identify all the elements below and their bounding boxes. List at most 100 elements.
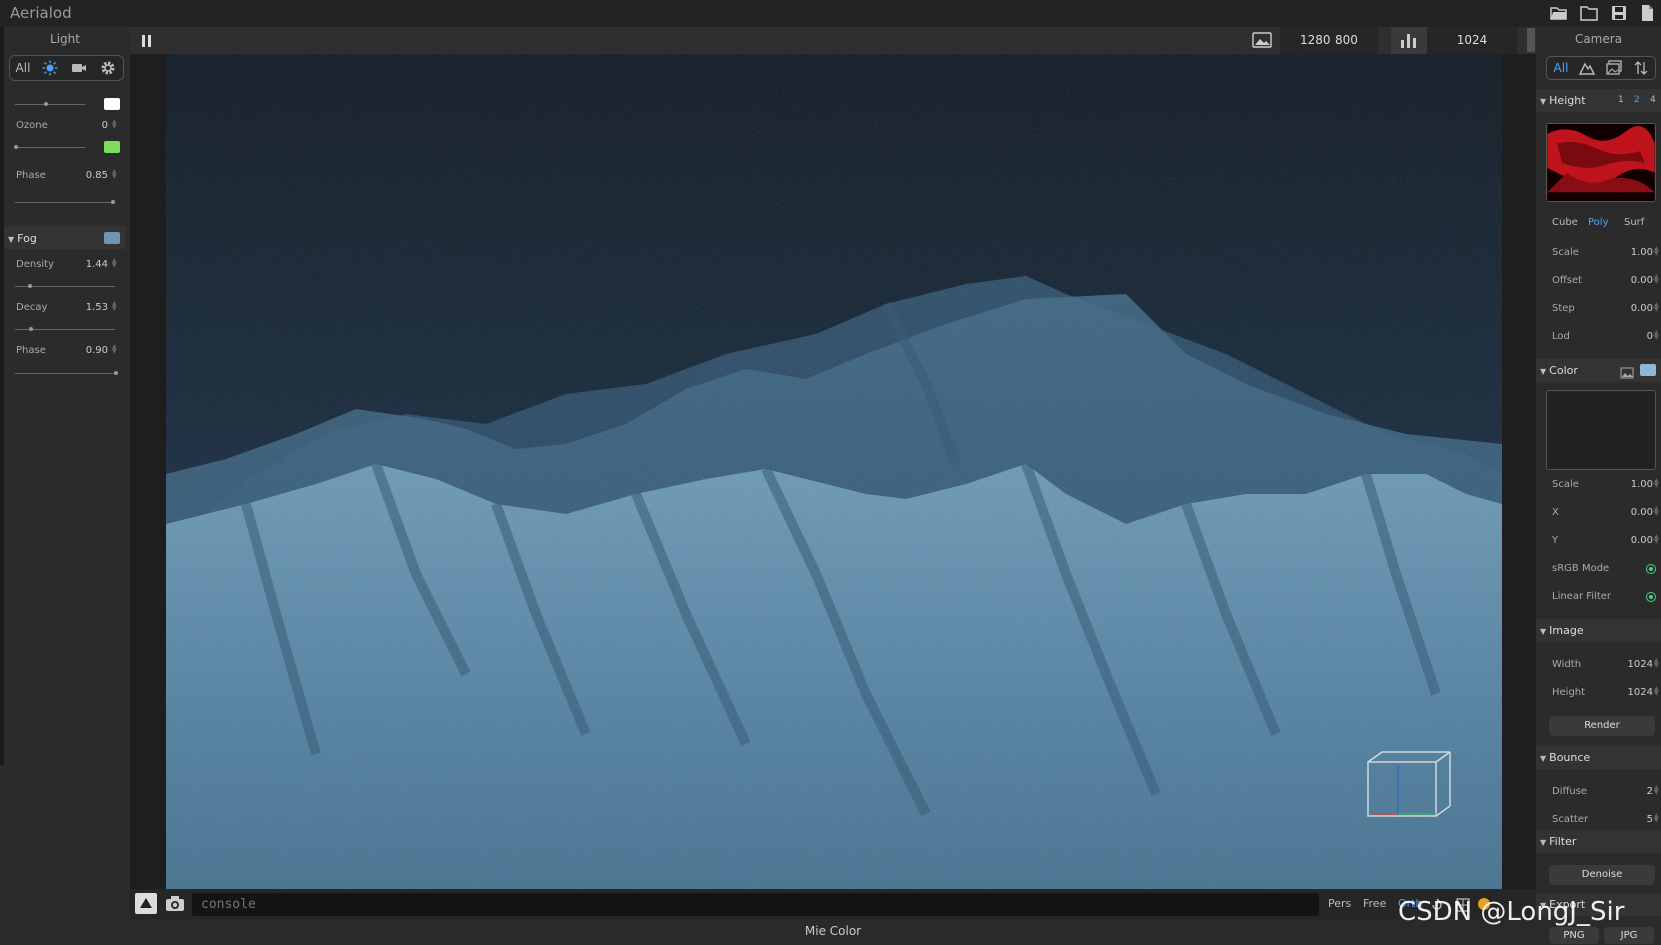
lod-stepper[interactable]: ▲ ▼: [1654, 330, 1659, 341]
fog-color-swatch[interactable]: [104, 232, 120, 244]
phase-knob[interactable]: [111, 200, 115, 204]
filter-all-button[interactable]: All: [13, 59, 33, 77]
decay-value[interactable]: 1.53: [70, 302, 108, 313]
ozone-slider[interactable]: [15, 147, 85, 148]
bounce-title[interactable]: ▼ Bounce: [1540, 751, 1590, 764]
height-scale-value[interactable]: 1.00: [1596, 247, 1653, 258]
lod-option-4[interactable]: 4: [1650, 95, 1656, 105]
fog-phase-knob[interactable]: [114, 371, 118, 375]
scatter-label: Scatter: [1552, 814, 1589, 825]
camera-filter-all-button[interactable]: All: [1550, 59, 1572, 77]
resolution-field[interactable]: 1280 800: [1280, 27, 1378, 54]
ozone-value[interactable]: 0: [70, 120, 108, 131]
export-jpg-button[interactable]: JPG: [1604, 927, 1654, 944]
light-intensity-knob[interactable]: [44, 102, 48, 106]
export-png-button[interactable]: PNG: [1549, 927, 1599, 944]
height-scale-stepper[interactable]: ▲ ▼: [1654, 246, 1659, 257]
render-viewport[interactable]: [166, 54, 1502, 889]
triangle-up-icon[interactable]: [135, 893, 157, 914]
fog-title[interactable]: ▼ Fog: [8, 232, 37, 245]
folder-icon[interactable]: [1580, 4, 1598, 22]
decay-stepper[interactable]: ▲ ▼: [112, 301, 117, 312]
save-icon[interactable]: [1610, 4, 1628, 22]
pause-icon[interactable]: [140, 33, 154, 47]
status-text: Mie Color: [804, 924, 862, 938]
mode-pers-button[interactable]: Pers: [1328, 897, 1351, 910]
resolution-width[interactable]: 1280: [1300, 33, 1331, 47]
linear-filter-toggle[interactable]: [1646, 592, 1656, 602]
toolbar-scroll-handle[interactable]: [1527, 28, 1535, 52]
color-image-icon[interactable]: [1620, 364, 1634, 379]
diffuse-stepper[interactable]: ▲ ▼: [1654, 785, 1659, 796]
scatter-stepper[interactable]: ▲ ▼: [1654, 813, 1659, 824]
density-knob[interactable]: [28, 284, 32, 288]
left-panel-scrollbar[interactable]: [0, 27, 4, 765]
srgb-mode-toggle[interactable]: [1646, 564, 1656, 574]
step-value[interactable]: 0.00: [1596, 303, 1653, 314]
color-x-value[interactable]: 0.00: [1596, 507, 1653, 518]
ozone-color-swatch[interactable]: [104, 141, 120, 153]
camera-snapshot-icon[interactable]: [165, 895, 185, 913]
lod-option-1[interactable]: 1: [1618, 95, 1624, 105]
color-y-stepper[interactable]: ▲ ▼: [1654, 534, 1659, 545]
open-folder-icon[interactable]: [1550, 4, 1568, 22]
mode-free-button[interactable]: Free: [1363, 897, 1386, 910]
image-height-stepper[interactable]: ▲ ▼: [1654, 686, 1659, 697]
samples-value[interactable]: 1024: [1427, 33, 1517, 47]
height-mode-cube[interactable]: Cube: [1552, 217, 1578, 228]
phase-value[interactable]: 0.85: [70, 170, 108, 181]
color-title[interactable]: ▼ Color: [1540, 364, 1578, 377]
light-color-swatch[interactable]: [104, 98, 120, 110]
image-width-stepper[interactable]: ▲ ▼: [1654, 658, 1659, 669]
video-camera-icon[interactable]: [69, 59, 89, 77]
console-input[interactable]: [192, 893, 1319, 916]
image-layers-icon[interactable]: [1604, 59, 1624, 77]
document-icon[interactable]: [1638, 4, 1656, 22]
height-mode-poly[interactable]: Poly: [1588, 217, 1609, 228]
image-width-label: Width: [1552, 659, 1582, 670]
samples-field[interactable]: 1024: [1427, 27, 1517, 54]
render-button[interactable]: Render: [1549, 716, 1655, 736]
step-stepper[interactable]: ▲ ▼: [1654, 302, 1659, 313]
gear-icon[interactable]: [98, 59, 118, 77]
sun-icon[interactable]: [40, 59, 60, 77]
terrain-icon[interactable]: [1577, 59, 1597, 77]
color-x-label: X: [1552, 507, 1559, 518]
filter-title[interactable]: ▼ Filter: [1540, 835, 1576, 848]
sort-arrows-icon[interactable]: [1631, 59, 1651, 77]
image-title[interactable]: ▼ Image: [1540, 624, 1584, 637]
color-x-stepper[interactable]: ▲ ▼: [1654, 506, 1659, 517]
height-title[interactable]: ▼ Height: [1540, 94, 1586, 107]
height-map-thumbnail[interactable]: [1546, 123, 1656, 202]
phase-slider[interactable]: [15, 202, 115, 203]
bar-chart-button[interactable]: [1391, 27, 1427, 54]
decay-knob[interactable]: [29, 327, 33, 331]
density-value[interactable]: 1.44: [70, 259, 108, 270]
density-stepper[interactable]: ▲ ▼: [112, 258, 117, 269]
diffuse-value[interactable]: 2: [1596, 786, 1653, 797]
height-mode-surf[interactable]: Surf: [1624, 217, 1644, 228]
offset-label: Offset: [1552, 275, 1583, 286]
lod-option-2[interactable]: 2: [1634, 95, 1640, 105]
fog-phase-stepper[interactable]: ▲ ▼: [112, 344, 117, 355]
color-map-thumbnail[interactable]: [1546, 390, 1656, 470]
image-icon[interactable]: [1252, 31, 1272, 49]
phase-stepper[interactable]: ▲ ▼: [112, 169, 117, 180]
light-intensity-slider[interactable]: [15, 104, 85, 105]
image-height-value[interactable]: 1024: [1596, 687, 1653, 698]
lod-value[interactable]: 0: [1596, 331, 1653, 342]
color-swatch[interactable]: [1640, 364, 1656, 376]
color-scale-stepper[interactable]: ▲ ▼: [1654, 478, 1659, 489]
fog-phase-value[interactable]: 0.90: [70, 345, 108, 356]
offset-value[interactable]: 0.00: [1596, 275, 1653, 286]
ozone-stepper[interactable]: ▲ ▼: [112, 119, 117, 130]
offset-stepper[interactable]: ▲ ▼: [1654, 274, 1659, 285]
ozone-knob[interactable]: [14, 145, 18, 149]
resolution-height[interactable]: 800: [1335, 33, 1358, 47]
color-y-value[interactable]: 0.00: [1596, 535, 1653, 546]
scatter-value[interactable]: 5: [1596, 814, 1653, 825]
color-scale-value[interactable]: 1.00: [1596, 479, 1653, 490]
denoise-button[interactable]: Denoise: [1549, 865, 1655, 885]
fog-phase-slider[interactable]: [15, 373, 115, 374]
image-width-value[interactable]: 1024: [1596, 659, 1653, 670]
